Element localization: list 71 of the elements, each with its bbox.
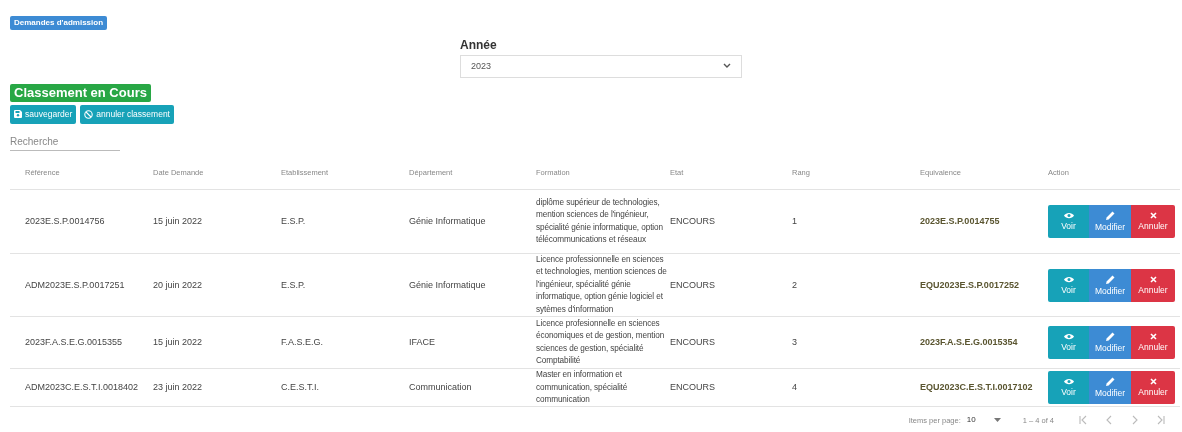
table-cell: ENCOURS bbox=[670, 382, 715, 393]
table-cell: Licence profesionnelle en sciences économiques et de gestion, mention sciences de gestion, spécialité Comptabilité bbox=[536, 318, 665, 365]
view-button[interactable]: Voir bbox=[1048, 205, 1089, 239]
eye-icon bbox=[1063, 333, 1074, 341]
eye-icon bbox=[1063, 275, 1074, 283]
close-icon bbox=[1149, 378, 1157, 386]
table-cell: ENCOURS bbox=[670, 337, 715, 348]
edit-button[interactable]: Modifier bbox=[1089, 205, 1131, 239]
view-button[interactable]: Voir bbox=[1048, 326, 1089, 360]
year-select[interactable]: 2023 bbox=[460, 55, 742, 78]
cancel-button[interactable]: Annuler bbox=[1131, 371, 1175, 405]
table-cell: Licence professionnelle en sciences et technologies, mention sciences de l'ingénieur, spécialité génie informatique, option génie logiciel et sytèmes d'information bbox=[536, 255, 667, 314]
chevron-left-icon bbox=[1104, 415, 1114, 426]
table-cell: EQU2023C.E.S.T.I.0017102 bbox=[920, 382, 1033, 393]
table-cell: 2023F.A.S.E.G.0015354 bbox=[920, 337, 1018, 348]
table-cell: ADM2023E.S.P.0017251 bbox=[25, 279, 125, 290]
table-cell: F.A.S.E.G. bbox=[281, 337, 323, 348]
table-cell: C.E.S.T.I. bbox=[281, 382, 319, 393]
table-cell: 1 bbox=[792, 216, 797, 227]
table-cell: 15 juin 2022 bbox=[153, 216, 203, 227]
save-icon bbox=[14, 110, 22, 119]
table-cell: 2023E.S.P.0014755 bbox=[920, 216, 1000, 227]
table-cell: Génie Informatique bbox=[409, 279, 486, 290]
eye-icon bbox=[1063, 378, 1074, 386]
table-cell: 2 bbox=[792, 279, 797, 290]
page-size-select[interactable]: 10 bbox=[966, 416, 1001, 425]
table-cell: IFACE bbox=[409, 337, 435, 348]
table-cell: 2023F.A.S.E.G.0015355 bbox=[25, 337, 123, 348]
chevron-right-icon bbox=[1130, 415, 1140, 426]
view-button[interactable]: Voir bbox=[1048, 371, 1089, 405]
year-label: Année bbox=[460, 37, 498, 52]
cancel-button[interactable]: Annuler bbox=[1131, 268, 1175, 302]
table-cell: Master en information et communication, spécialité communication bbox=[536, 370, 628, 404]
table-cell: diplôme supérieur de technologies, mention sciences de l'ingénieur, spécialité génie informatique, option télécommunications et réseaux bbox=[536, 197, 663, 244]
cancel-button[interactable]: Annuler bbox=[1131, 326, 1175, 360]
cancel-ranking-button[interactable]: annuler classement bbox=[80, 104, 174, 124]
eye-icon bbox=[1063, 212, 1074, 220]
pencil-icon bbox=[1105, 211, 1115, 221]
close-icon bbox=[1149, 275, 1157, 283]
table-cell: EQU2023E.S.P.0017252 bbox=[920, 279, 1019, 290]
last-page-icon bbox=[1156, 415, 1166, 426]
table-cell: E.S.P. bbox=[281, 279, 306, 290]
ban-icon bbox=[84, 109, 94, 119]
table-cell: ADM2023C.E.S.T.I.0018402 bbox=[25, 382, 139, 393]
view-button[interactable]: Voir bbox=[1048, 268, 1089, 302]
edit-button[interactable]: Modifier bbox=[1089, 268, 1131, 302]
chevron-down-icon bbox=[723, 63, 731, 70]
table-cell: 3 bbox=[792, 337, 797, 348]
first-page-icon bbox=[1078, 415, 1088, 426]
close-icon bbox=[1149, 333, 1157, 341]
save-button[interactable]: sauvegarder bbox=[10, 104, 77, 124]
close-icon bbox=[1149, 212, 1157, 220]
table-cell: E.S.P. bbox=[281, 216, 306, 227]
status-badge: Classement en Cours bbox=[10, 84, 151, 102]
dropdown-arrow-icon bbox=[993, 418, 1001, 423]
page-title-badge: Demandes d'admission bbox=[10, 16, 108, 30]
edit-button[interactable]: Modifier bbox=[1089, 371, 1131, 405]
pencil-icon bbox=[1105, 332, 1115, 342]
table-cell: 20 juin 2022 bbox=[153, 279, 203, 290]
table-cell: Communication bbox=[409, 382, 472, 393]
table-cell: ENCOURS bbox=[670, 216, 715, 227]
edit-button[interactable]: Modifier bbox=[1089, 326, 1131, 360]
table-cell: 23 juin 2022 bbox=[153, 382, 203, 393]
pencil-icon bbox=[1105, 377, 1115, 387]
table-cell: Génie Informatique bbox=[409, 216, 486, 227]
table-cell: ENCOURS bbox=[670, 279, 715, 290]
table-cell: 15 juin 2022 bbox=[153, 337, 203, 348]
table-cell: 2023E.S.P.0014756 bbox=[25, 216, 105, 227]
table-cell: 4 bbox=[792, 382, 797, 393]
pencil-icon bbox=[1105, 274, 1115, 284]
cancel-button[interactable]: Annuler bbox=[1131, 205, 1175, 239]
